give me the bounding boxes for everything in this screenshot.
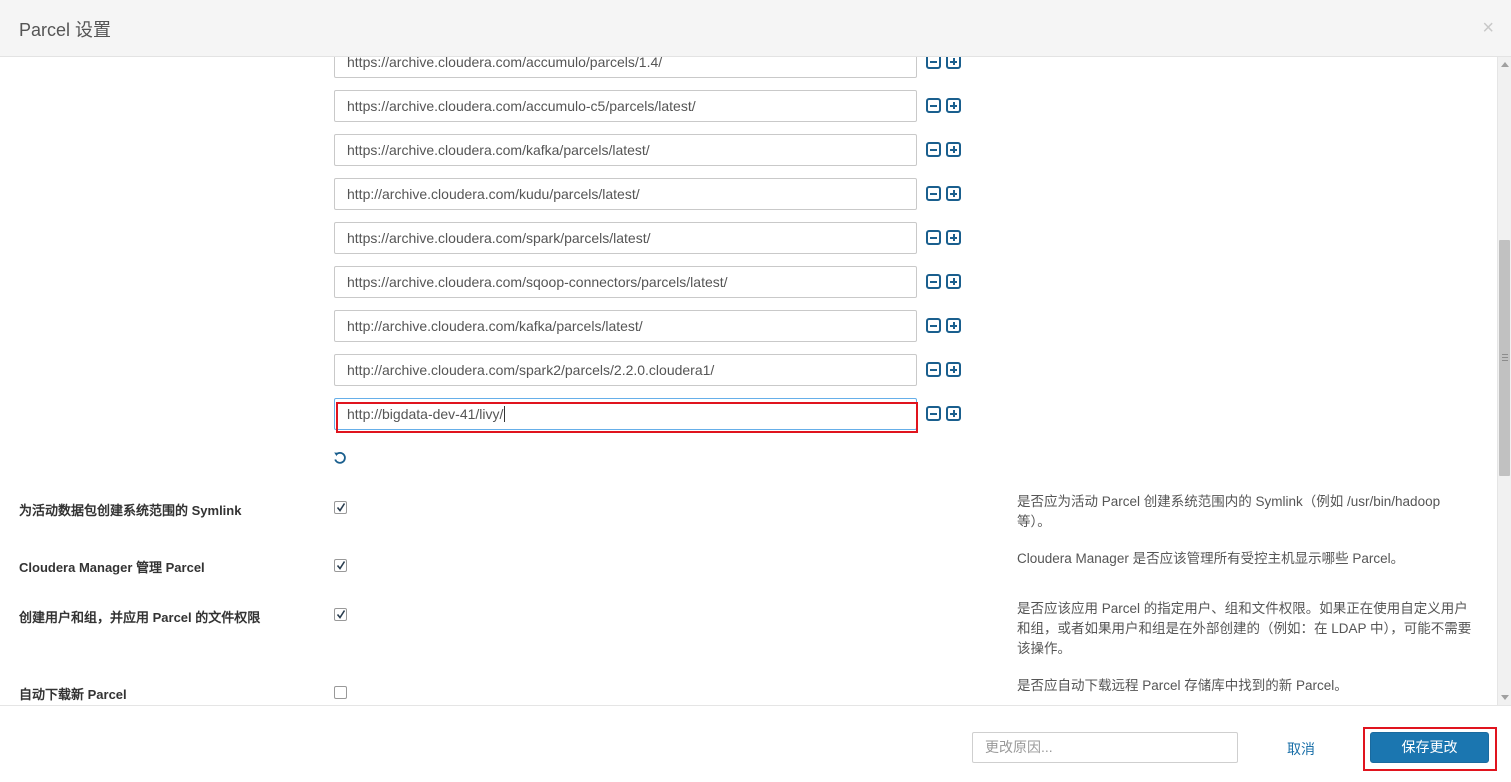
dialog-header: Parcel 设置 × — [0, 0, 1511, 57]
annotation-highlight-save — [1363, 727, 1497, 771]
url-input[interactable]: https://archive.cloudera.com/kafka/parce… — [334, 134, 917, 166]
minus-square-icon[interactable] — [926, 318, 941, 333]
plus-square-icon[interactable] — [946, 186, 961, 201]
setting-label-symlink: 为活动数据包创建系统范围的 Symlink — [19, 503, 242, 518]
plus-square-icon[interactable] — [946, 406, 961, 421]
setting-label-manage-parcels: Cloudera Manager 管理 Parcel — [19, 560, 205, 575]
vertical-scrollbar[interactable] — [1497, 57, 1511, 705]
scroll-down-icon[interactable] — [1501, 695, 1509, 700]
dialog-title: Parcel 设置 — [19, 20, 112, 40]
setting-label-auto-download: 自动下载新 Parcel — [19, 687, 127, 702]
close-icon[interactable]: × — [1482, 18, 1494, 38]
url-row: http://archive.cloudera.com/spark2/parce… — [334, 354, 974, 386]
undo-icon[interactable] — [333, 451, 347, 465]
check-icon — [336, 561, 346, 570]
minus-square-icon[interactable] — [926, 57, 941, 69]
scroll-up-icon[interactable] — [1501, 62, 1509, 67]
setting-label-permissions: 创建用户和组，并应用 Parcel 的文件权限 — [19, 610, 261, 625]
auto-download-checkbox[interactable] — [334, 686, 347, 699]
minus-square-icon[interactable] — [926, 230, 941, 245]
cancel-button[interactable]: 取消 — [1287, 739, 1315, 759]
url-row: https://archive.cloudera.com/spark/parce… — [334, 222, 974, 254]
symlink-checkbox[interactable] — [334, 501, 347, 514]
plus-square-icon[interactable] — [946, 274, 961, 289]
check-icon — [336, 610, 346, 619]
url-input[interactable]: https://archive.cloudera.com/spark/parce… — [334, 222, 917, 254]
plus-square-icon[interactable] — [946, 57, 961, 69]
minus-square-icon[interactable] — [926, 142, 941, 157]
url-row: http://archive.cloudera.com/kudu/parcels… — [334, 178, 974, 210]
url-input[interactable]: https://archive.cloudera.com/accumulo/pa… — [334, 57, 917, 78]
setting-desc-permissions: 是否应该应用 Parcel 的指定用户、组和文件权限。如果正在使用自定义用户和组… — [1017, 601, 1472, 656]
check-icon — [336, 503, 346, 512]
url-input[interactable]: http://archive.cloudera.com/spark2/parce… — [334, 354, 917, 386]
minus-square-icon[interactable] — [926, 186, 941, 201]
setting-desc-auto-download: 是否应自动下载远程 Parcel 存储库中找到的新 Parcel。 — [1017, 678, 1348, 693]
url-row: http://archive.cloudera.com/kafka/parcel… — [334, 310, 974, 342]
plus-square-icon[interactable] — [946, 230, 961, 245]
url-input[interactable]: https://archive.cloudera.com/accumulo-c5… — [334, 90, 917, 122]
permissions-checkbox[interactable] — [334, 608, 347, 621]
url-input[interactable]: http://archive.cloudera.com/kafka/parcel… — [334, 310, 917, 342]
minus-square-icon[interactable] — [926, 362, 941, 377]
setting-desc-symlink: 是否应为活动 Parcel 创建系统范围内的 Symlink（例如 /usr/b… — [1017, 494, 1441, 529]
change-reason-input[interactable]: 更改原因... — [972, 732, 1238, 763]
url-row: https://archive.cloudera.com/accumulo/pa… — [334, 57, 974, 78]
dialog-footer: 更改原因... 取消 保存更改 — [0, 705, 1511, 782]
minus-square-icon[interactable] — [926, 406, 941, 421]
plus-square-icon[interactable] — [946, 362, 961, 377]
url-input[interactable]: https://archive.cloudera.com/sqoop-conne… — [334, 266, 917, 298]
minus-square-icon[interactable] — [926, 98, 941, 113]
url-row: https://archive.cloudera.com/sqoop-conne… — [334, 266, 974, 298]
plus-square-icon[interactable] — [946, 142, 961, 157]
plus-square-icon[interactable] — [946, 318, 961, 333]
url-input[interactable]: http://archive.cloudera.com/kudu/parcels… — [334, 178, 917, 210]
plus-square-icon[interactable] — [946, 98, 961, 113]
annotation-highlight-url — [336, 402, 918, 433]
minus-square-icon[interactable] — [926, 274, 941, 289]
url-row: https://archive.cloudera.com/kafka/parce… — [334, 134, 974, 166]
scrollbar-thumb[interactable] — [1499, 240, 1510, 476]
url-row: https://archive.cloudera.com/accumulo-c5… — [334, 90, 974, 122]
manage-parcels-checkbox[interactable] — [334, 559, 347, 572]
dialog-body: https://archive.cloudera.com/accumulo/pa… — [0, 57, 1497, 705]
setting-desc-manage-parcels: Cloudera Manager 是否应该管理所有受控主机显示哪些 Parcel… — [1017, 551, 1405, 566]
